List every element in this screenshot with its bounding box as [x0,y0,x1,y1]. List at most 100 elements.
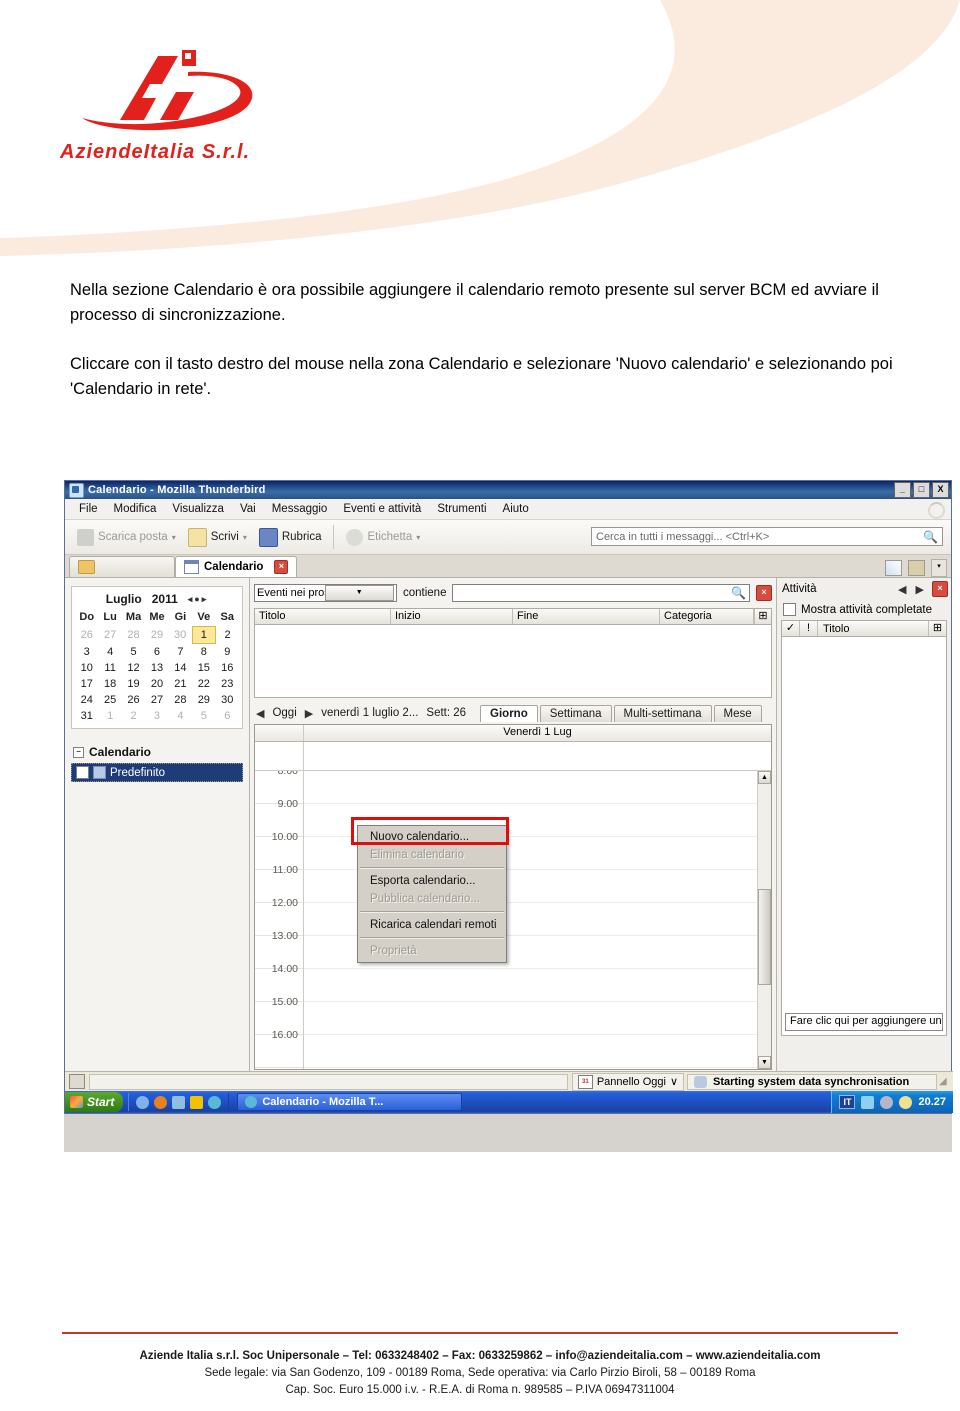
tasks-column-picker-icon[interactable]: ⊞ [928,621,946,636]
menu-visualizza[interactable]: Visualizza [164,501,232,517]
context-menu-item[interactable]: Ricarica calendari remoti [358,916,506,934]
minical-day[interactable]: 18 [98,676,121,692]
time-slot[interactable] [304,969,757,1002]
minical-day[interactable]: 29 [192,692,215,708]
view-tab-mese[interactable]: Mese [713,704,762,722]
tasks-view-icon[interactable] [908,560,925,576]
menu-aiuto[interactable]: Aiuto [495,501,537,517]
minical-day[interactable]: 17 [75,676,98,692]
network-icon[interactable] [861,1095,875,1109]
calendar-context-menu[interactable]: Nuovo calendario... Elimina calendario Esp… [357,825,507,963]
minical-day[interactable]: 26 [75,627,98,644]
minical-day[interactable]: 14 [169,660,192,676]
minical-day[interactable]: 25 [98,692,121,708]
today-button[interactable]: Oggi [272,707,296,719]
write-button[interactable]: Scrivi ▾ [182,525,253,550]
day-grid-scrollbar[interactable]: ▲ ▼ [757,771,771,1069]
internet-explorer-icon[interactable] [136,1095,150,1109]
minical-day[interactable]: 31 [75,708,98,724]
get-mail-button[interactable]: Scarica posta ▾ [71,526,182,549]
minical-day[interactable]: 5 [192,708,215,724]
minical-day[interactable]: 1 [98,708,121,724]
minical-day[interactable]: 26 [122,692,145,708]
media-player-icon[interactable] [172,1095,186,1109]
menu-modifica[interactable]: Modifica [106,501,165,517]
view-tab-settimana[interactable]: Settimana [539,704,612,722]
today-pane-button[interactable]: 31 Pannello Oggi ∨ [571,1072,684,1091]
add-task-input[interactable]: Fare clic qui per aggiungere una nuo [785,1013,943,1031]
start-button[interactable]: Start [65,1092,124,1112]
context-menu-item[interactable]: Esporta calendario... [358,872,506,890]
minical-day[interactable]: 21 [169,676,192,692]
opera-icon[interactable] [190,1095,204,1109]
view-tab-multi-settimana[interactable]: Multi-settimana [613,704,712,722]
minical-day[interactable]: 8 [192,644,215,661]
time-slot[interactable] [304,771,757,804]
menu-file[interactable]: File [71,501,106,517]
security-icon[interactable] [880,1095,894,1109]
minical-day[interactable]: 16 [216,660,239,676]
all-day-row[interactable] [255,742,771,771]
show-completed-checkbox[interactable] [783,603,796,616]
event-range-select[interactable]: Eventi nei prossimi 7 giorni ▼ [254,584,397,602]
minical-day[interactable]: 27 [98,627,121,644]
column-task-title[interactable]: Titolo [818,623,928,635]
column-picker-icon[interactable]: ⊞ [754,609,771,624]
scroll-down-icon[interactable]: ▼ [758,1056,771,1069]
column-priority[interactable]: ! [800,621,818,636]
minical-day[interactable]: 4 [98,644,121,661]
offline-status-icon[interactable] [69,1074,85,1089]
minimize-button[interactable]: _ [894,482,911,498]
resize-grip-icon[interactable]: ◢ [939,1076,951,1087]
minical-day[interactable]: 28 [169,692,192,708]
minical-day[interactable]: 2 [122,708,145,724]
address-book-button[interactable]: Rubrica [253,525,328,550]
tab-close-icon[interactable]: × [274,560,289,574]
minical-day[interactable]: 28 [122,627,145,644]
minical-day[interactable]: 20 [145,676,168,692]
time-slot[interactable] [304,1002,757,1035]
close-button[interactable]: X [932,482,949,498]
mini-calendar-nav[interactable]: ◂●▸ [188,594,208,605]
minical-day[interactable]: 11 [98,660,121,676]
menu-eventi-e-attivita[interactable]: Eventi e attività [335,501,429,517]
minical-day[interactable]: 6 [216,708,239,724]
day-header-label[interactable]: Venerdì 1 Lug [304,725,771,741]
view-tab-giorno[interactable]: Giorno [480,704,538,722]
system-clock[interactable]: 20.27 [918,1096,946,1108]
column-inizio[interactable]: Inizio [391,609,513,624]
minical-day[interactable]: 1 [191,626,217,644]
minical-day[interactable]: 15 [192,660,215,676]
column-categoria[interactable]: Categoria [660,609,754,624]
notification-icon[interactable] [899,1095,913,1109]
chevron-down-icon[interactable]: ▼ [324,585,394,601]
minical-day[interactable]: 3 [145,708,168,724]
minical-day[interactable]: 9 [216,644,239,661]
menu-vai[interactable]: Vai [232,501,264,517]
prev-day-button[interactable]: ◀ [256,707,264,720]
next-day-button[interactable]: ▶ [305,707,313,720]
minical-day[interactable]: 10 [75,660,98,676]
scroll-up-icon[interactable]: ▲ [758,771,771,784]
tab-mail[interactable] [69,556,175,577]
calendar-enabled-checkbox[interactable] [76,766,89,779]
tab-calendario[interactable]: Calendario × [175,556,298,577]
minical-day[interactable]: 3 [75,644,98,661]
menu-strumenti[interactable]: Strumenti [429,501,494,517]
tasks-nav-arrows[interactable]: ◀ ▶ [898,583,927,596]
minical-day[interactable]: 19 [122,676,145,692]
minical-day[interactable]: 27 [145,692,168,708]
column-titolo[interactable]: Titolo [255,609,391,624]
thunderbird-quicklaunch-icon[interactable] [208,1095,222,1109]
calendar-list-header[interactable]: − Calendario [71,743,243,761]
minical-day[interactable]: 24 [75,692,98,708]
minical-day[interactable]: 23 [216,676,239,692]
minical-day[interactable]: 4 [169,708,192,724]
calendar-view-icon[interactable] [885,560,902,576]
column-completed-check[interactable]: ✓ [782,621,800,636]
minical-day[interactable]: 2 [216,627,239,644]
menu-messaggio[interactable]: Messaggio [264,501,336,517]
minical-day[interactable]: 29 [145,627,168,644]
minical-day[interactable]: 12 [122,660,145,676]
chevron-down-icon[interactable]: ∨ [670,1075,678,1088]
